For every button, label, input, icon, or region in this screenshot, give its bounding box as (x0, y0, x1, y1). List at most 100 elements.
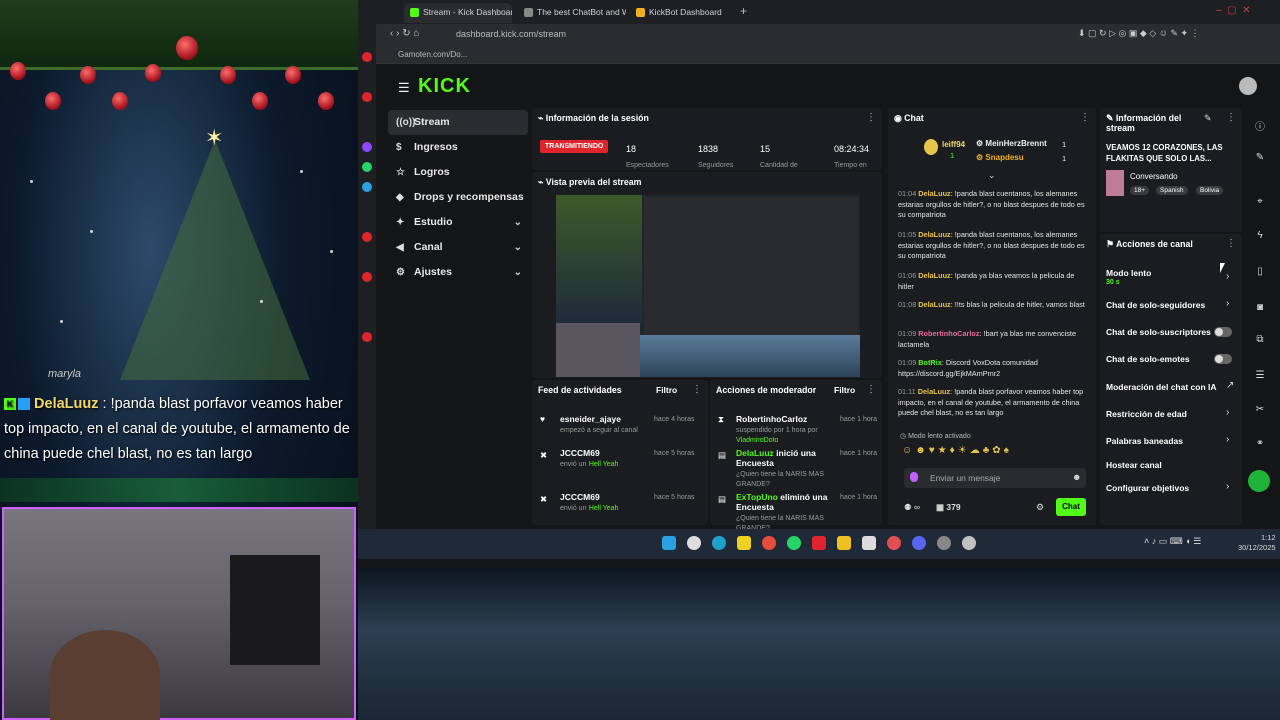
activity-feed-panel: Feed de actividades Filtro ⋮ ♥ esneider_… (532, 380, 708, 525)
app-icon[interactable] (362, 272, 372, 282)
collapse-icon[interactable]: ⌄ (988, 170, 996, 181)
share-icon[interactable]: ⚭ (1254, 438, 1266, 450)
hamburger-menu-icon[interactable]: ☰ (398, 80, 410, 96)
chevron-right-icon[interactable]: › (1226, 434, 1229, 445)
lightning-icon[interactable]: ϟ (1254, 230, 1266, 242)
opera-icon[interactable] (812, 536, 826, 550)
chevron-right-icon[interactable]: › (1226, 298, 1229, 309)
settings-icon[interactable] (362, 332, 372, 342)
window-controls[interactable]: – ▢ ✕ (1216, 5, 1251, 16)
chat-time: 01:08 (898, 300, 917, 309)
sidebar-item-ajustes[interactable]: ⚙ Ajustes ⌄ (388, 260, 528, 285)
user-avatar[interactable] (1239, 77, 1257, 95)
sidebar-item-label: Stream (414, 116, 450, 128)
app-icon[interactable] (887, 536, 901, 550)
tag-chip[interactable]: 18+ (1130, 186, 1150, 195)
tag-chip[interactable]: Bolivia (1196, 186, 1224, 195)
action-host-channel[interactable]: Hostear canal (1106, 460, 1162, 470)
chat-send-button[interactable]: Chat (1056, 498, 1086, 516)
filter-button[interactable]: Filtro (834, 385, 855, 395)
more-icon[interactable]: ⋮ (1226, 238, 1236, 249)
chevron-right-icon[interactable]: › (1226, 481, 1229, 492)
action-subscribers-only[interactable]: Chat de solo-suscriptores (1106, 327, 1211, 337)
sidebar-item-drops[interactable]: ◆ Drops y recompensas (388, 185, 528, 210)
folder-icon[interactable] (837, 536, 851, 550)
app-icon[interactable] (362, 92, 372, 102)
edge-icon[interactable] (712, 536, 726, 550)
pencil-icon[interactable]: ✎ (1254, 152, 1266, 164)
whatsapp-icon[interactable] (787, 536, 801, 550)
emoji-icon[interactable]: ☻ (1072, 472, 1081, 482)
sidebar-item-logros[interactable]: ☆ Logros (388, 160, 528, 185)
action-followers-only[interactable]: Chat de solo-seguidores (1106, 300, 1205, 310)
telegram-icon[interactable] (362, 182, 372, 192)
preview-title: Vista previa del stream (545, 177, 642, 187)
app-icon[interactable] (362, 52, 372, 62)
chat-time: 01:05 (898, 230, 917, 239)
sidebar-item-canal[interactable]: ◀ Canal ⌄ (388, 235, 528, 260)
extension-icons[interactable]: ⬇ ▢ ↻ ▷ ◎ ▣ ◆ ◇ ☺ ✎ ✦ ⋮ (1078, 28, 1199, 39)
action-ai-moderation[interactable]: Moderación del chat con IA (1106, 382, 1217, 392)
info-icon[interactable]: ⓘ (1254, 118, 1266, 133)
action-banned-words[interactable]: Palabras baneadas (1106, 436, 1183, 446)
store-icon[interactable] (862, 536, 876, 550)
chat-input[interactable]: Enviar un mensaje ☻ (904, 468, 1086, 488)
subscribers-only-toggle[interactable] (1214, 327, 1232, 337)
chat-placeholder: Enviar un mensaje (930, 473, 1001, 483)
action-slow-mode[interactable]: Modo lento (1106, 268, 1151, 278)
app-icon[interactable] (362, 232, 372, 242)
more-icon[interactable]: ⋮ (692, 384, 702, 395)
more-icon[interactable]: ⋮ (1226, 112, 1236, 123)
clipboard-icon[interactable]: ▯ (1254, 266, 1266, 278)
list-icon[interactable]: ☰ (1254, 370, 1266, 382)
desktop-wallpaper (358, 568, 1280, 720)
stream-preview-video[interactable] (556, 195, 860, 377)
wrench-icon[interactable]: ✂ (1254, 404, 1266, 416)
browser-tab[interactable]: KickBot Dashboard (630, 3, 738, 23)
app-icon[interactable] (962, 536, 976, 550)
discord-icon[interactable] (912, 536, 926, 550)
chat-users-icon[interactable]: ⚉ ∞ (904, 502, 920, 513)
overlay-chat-message: K DelaLuuz : !panda blast porfavor veamo… (0, 388, 358, 471)
chat-settings-icon[interactable]: ⚙ (1036, 502, 1044, 513)
filter-button[interactable]: Filtro (656, 385, 677, 395)
sidebar-item-estudio[interactable]: ✦ Estudio ⌄ (388, 210, 528, 235)
mic-icon[interactable] (910, 472, 918, 482)
browser-tab[interactable]: Stream - Kick Dashboard (404, 3, 512, 23)
twitch-icon[interactable] (362, 142, 372, 152)
browser-tab[interactable]: The best ChatBot and Wi (518, 3, 626, 23)
support-chat-button[interactable] (1248, 470, 1270, 492)
more-icon[interactable]: ⋮ (1080, 112, 1090, 123)
obs-icon[interactable] (937, 536, 951, 550)
url-field[interactable]: dashboard.kick.com/stream (456, 29, 566, 39)
more-icon[interactable]: ⋮ (866, 112, 876, 123)
chrome-icon[interactable] (762, 536, 776, 550)
sidebar-item-stream[interactable]: ((o)) Stream (388, 110, 528, 135)
new-tab-icon[interactable]: + (740, 4, 747, 18)
emote-bar[interactable]: ☺☻♥★♦☀☁♣✿♠ (902, 445, 1012, 456)
kick-logo[interactable]: KICK (418, 75, 471, 98)
action-configure-goals[interactable]: Configurar objetivos (1106, 483, 1189, 493)
tag-chip[interactable]: Spanish (1156, 186, 1188, 195)
whatsapp-icon[interactable] (362, 162, 372, 172)
bookmark-item[interactable]: Gamoten.com/Do... (398, 50, 467, 59)
nav-buttons-icon[interactable]: ‹ › ↻ ⌂ (390, 28, 419, 39)
emotes-only-toggle[interactable] (1214, 354, 1232, 364)
chat-bubble-icon[interactable]: ◙ (1254, 302, 1266, 314)
action-age-restriction[interactable]: Restricción de edad (1106, 409, 1187, 419)
system-tray-icons[interactable]: ˄ ♪ ▭ ⌨ ◖ ☰ (1144, 536, 1201, 547)
external-link-icon[interactable]: ↗ (1226, 380, 1234, 391)
chevron-right-icon[interactable]: › (1226, 407, 1229, 418)
more-icon[interactable]: ⋮ (866, 384, 876, 395)
taskbar-clock[interactable]: 1:12 30/12/2025 (1238, 533, 1276, 553)
edit-icon[interactable]: ✎ (1204, 113, 1212, 124)
search-icon[interactable] (687, 536, 701, 550)
code-icon[interactable]: ⧉ (1254, 334, 1266, 346)
stat-count-value: 15 (760, 144, 771, 154)
sidebar-item-ingresos[interactable]: $ Ingresos (388, 135, 528, 160)
chat-user: DelaLuuz (918, 230, 951, 239)
windows-start-icon[interactable] (662, 536, 676, 550)
crop-icon[interactable]: ⌖ (1254, 196, 1266, 208)
action-emotes-only[interactable]: Chat de solo-emotes (1106, 354, 1190, 364)
notes-icon[interactable] (737, 536, 751, 550)
